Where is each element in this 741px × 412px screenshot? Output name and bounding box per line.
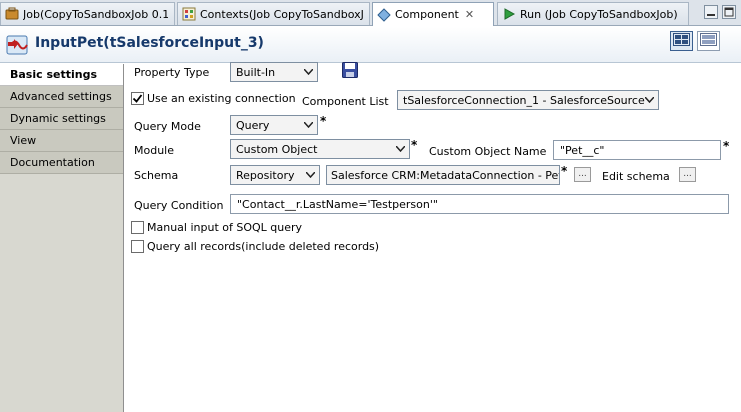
required-marker: *	[320, 114, 327, 128]
close-icon[interactable]: ✕	[465, 8, 474, 21]
chevron-down-icon	[301, 118, 315, 132]
property-type-select[interactable]: Built-In	[230, 62, 318, 82]
query-condition-label: Query Condition	[134, 199, 224, 212]
layout-grid-button[interactable]	[670, 31, 693, 51]
required-marker: *	[561, 164, 568, 178]
chevron-down-icon	[393, 142, 407, 156]
tab-component[interactable]: Component ✕	[372, 2, 494, 26]
module-value: Custom Object	[236, 142, 318, 156]
component-list-value: tSalesforceConnection_1 - SalesforceSour…	[403, 93, 645, 107]
query-mode-select[interactable]: Query	[230, 115, 318, 135]
edit-schema-button[interactable]: ...	[679, 167, 696, 182]
query-all-records-label: Query all records(include deleted record…	[147, 240, 380, 253]
side-tab-dynamic-settings[interactable]: Dynamic settings	[0, 108, 123, 130]
tab-contexts[interactable]: Contexts(Job CopyToSandboxJ	[177, 2, 370, 25]
job-icon	[5, 7, 19, 21]
maximize-icon[interactable]	[722, 5, 736, 19]
query-all-records-checkbox[interactable]	[131, 240, 144, 253]
side-tab-documentation[interactable]: Documentation	[0, 152, 123, 174]
side-tab-basic-settings[interactable]: Basic settings	[0, 64, 123, 86]
tab-component-label: Component	[395, 8, 459, 21]
list-layout-icon	[700, 33, 717, 49]
tab-contexts-label: Contexts(Job CopyToSandboxJ	[200, 7, 363, 21]
use-existing-connection-label: Use an existing connection	[147, 92, 296, 105]
chevron-down-icon	[642, 93, 656, 107]
query-condition-input[interactable]: "Contact__r.LastName='Testperson'"	[230, 194, 729, 214]
tab-job[interactable]: Job(CopyToSandboxJob 0.1)	[0, 2, 175, 25]
tab-run-label: Run (Job CopyToSandboxJob)	[520, 7, 678, 21]
schema-repository-browse-button[interactable]: ...	[574, 167, 591, 182]
component-icon	[377, 7, 391, 22]
layout-list-button[interactable]	[697, 31, 720, 51]
edit-schema-label: Edit schema	[602, 170, 670, 183]
property-type-label: Property Type	[134, 66, 210, 79]
component-list-label: Component List	[302, 95, 389, 108]
custom-object-name-label: Custom Object Name	[429, 145, 547, 158]
manual-soql-checkbox[interactable]	[131, 221, 144, 234]
minimize-icon[interactable]	[704, 5, 718, 19]
component-list-select[interactable]: tSalesforceConnection_1 - SalesforceSour…	[397, 90, 659, 110]
query-mode-label: Query Mode	[134, 120, 201, 133]
tab-run[interactable]: Run (Job CopyToSandboxJob)	[497, 2, 689, 25]
chevron-down-icon	[301, 65, 315, 79]
required-marker: *	[411, 138, 418, 152]
schema-repository-field[interactable]: Salesforce CRM:MetadataConnection - Pet_	[326, 165, 560, 185]
manual-soql-label: Manual input of SOQL query	[147, 221, 303, 234]
query-mode-value: Query	[236, 118, 270, 132]
module-label: Module	[134, 144, 174, 157]
run-icon	[502, 7, 516, 21]
checkmark-icon	[132, 94, 143, 103]
schema-type-value: Repository	[236, 168, 295, 182]
basic-settings-form: Property Type Built-In Use an existing c…	[124, 62, 741, 412]
contexts-icon	[182, 7, 196, 21]
property-type-value: Built-In	[236, 65, 276, 79]
custom-object-name-input[interactable]: "Pet__c"	[553, 140, 721, 160]
side-tab-view[interactable]: View	[0, 130, 123, 152]
component-header: InputPet(tSalesforceInput_3)	[0, 27, 741, 63]
module-select[interactable]: Custom Object	[230, 139, 410, 159]
grid-layout-icon	[673, 33, 690, 49]
schema-type-select[interactable]: Repository	[230, 165, 320, 185]
required-marker: *	[723, 139, 730, 153]
tab-job-label: Job(CopyToSandboxJob 0.1)	[23, 7, 168, 21]
salesforce-input-icon	[6, 33, 30, 57]
settings-side-tabs: Basic settings Advanced settings Dynamic…	[0, 64, 124, 412]
chevron-down-icon	[303, 168, 317, 182]
page-title: InputPet(tSalesforceInput_3)	[35, 35, 264, 51]
side-tab-advanced-settings[interactable]: Advanced settings	[0, 86, 123, 108]
schema-repository-value: Salesforce CRM:MetadataConnection - Pet_	[331, 168, 559, 182]
use-existing-connection-checkbox[interactable]	[131, 92, 144, 105]
schema-label: Schema	[134, 169, 179, 182]
editor-tab-bar: Job(CopyToSandboxJob 0.1) Contexts(Job C…	[0, 0, 741, 26]
save-icon[interactable]	[342, 62, 358, 78]
